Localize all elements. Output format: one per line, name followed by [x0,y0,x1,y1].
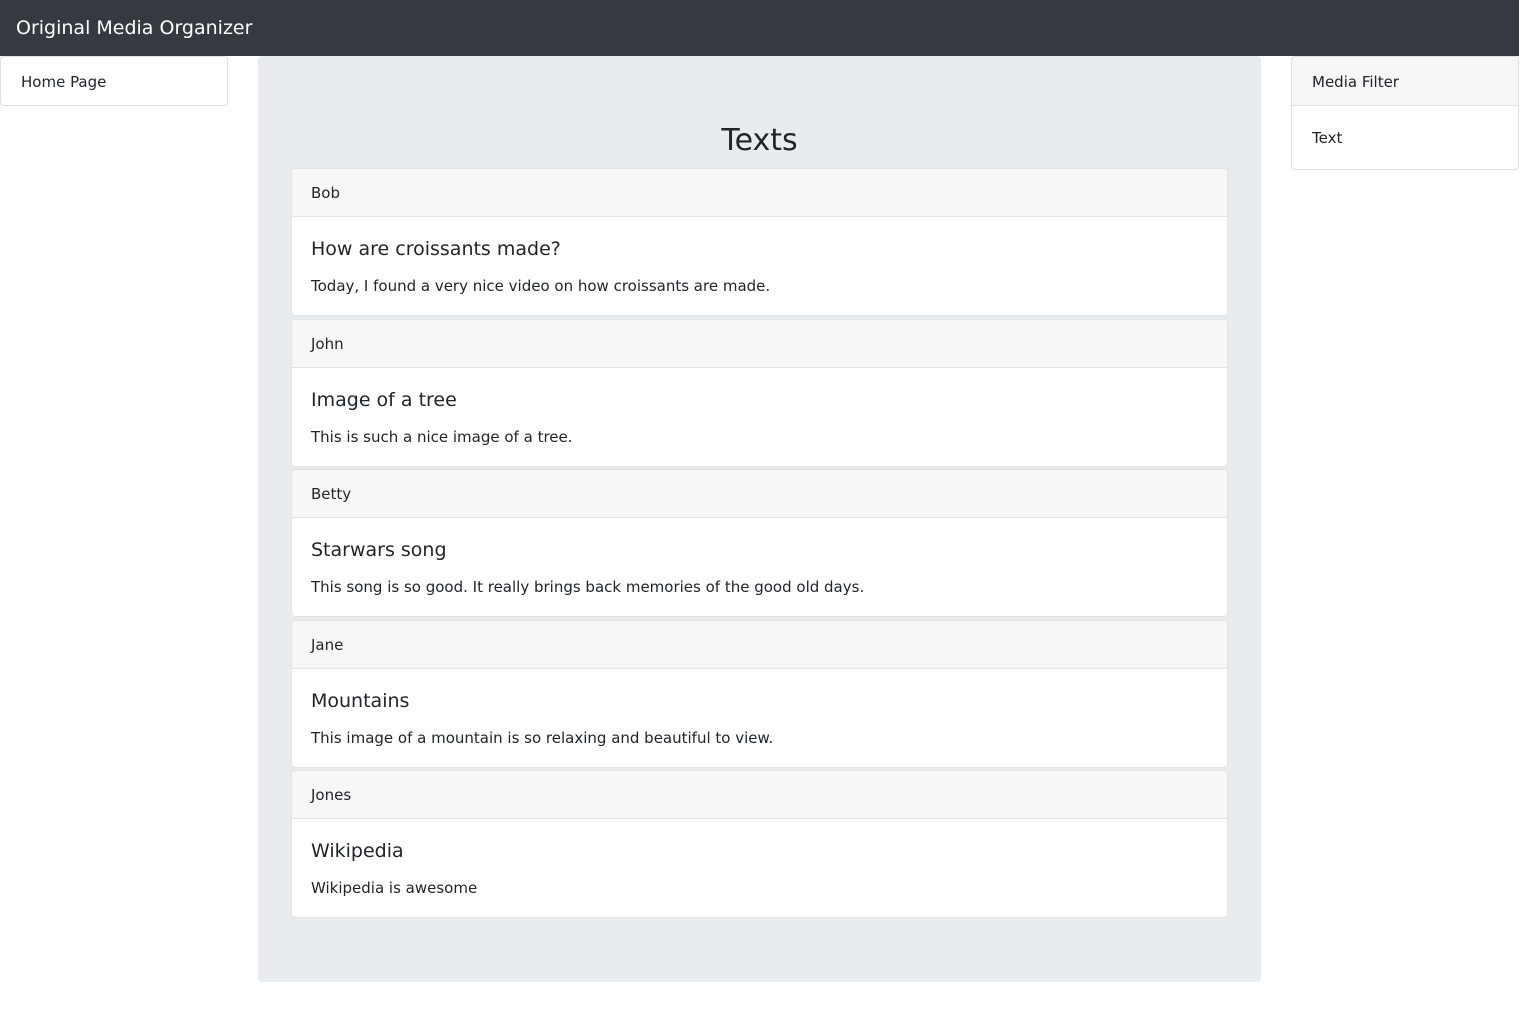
post-title: Mountains [311,689,410,712]
post-title: Wikipedia [311,840,404,862]
post-card-header: John [292,319,1227,368]
post-title: How are croissants made? [311,238,561,260]
navbar-brand[interactable]: Original Media Organizer [16,15,252,41]
post-text: This is such a nice image of a tree. [311,427,573,446]
post-card: Bob How are croissants made? Today, I fo… [291,168,1228,316]
filter-option-text[interactable]: Text [1312,128,1342,148]
post-card: Jane Mountains This image of a mountain … [291,619,1228,768]
post-card-header: Bob [292,169,1227,217]
post-card: Jones Wikipedia Wikipedia is awesome [291,770,1228,918]
post-author: John [311,334,344,353]
post-card-header: Jones [292,771,1227,819]
main-panel: Texts Bob How are croissants made? Today… [258,56,1261,982]
media-filter-title: Media Filter [1312,73,1399,91]
page-title: Texts [721,123,798,158]
post-text: This song is so good. It really brings b… [311,578,865,596]
post-text: Wikipedia is awesome [311,879,478,897]
post-card-header: Betty [292,470,1227,518]
post-title: Starwars song [311,539,447,561]
home-page-link[interactable]: Home Page [21,72,106,92]
post-card-header: Jane [292,620,1227,669]
post-card: John Image of a tree This is such a nice… [291,318,1228,467]
post-text: Today, I found a very nice video on how … [311,277,771,295]
left-sidebar: Home Page [0,56,228,106]
post-text: This image of a mountain is so relaxing … [311,728,774,747]
post-title: Image of a tree [311,388,457,411]
top-navbar: Original Media Organizer [0,0,1519,56]
post-author: Bob [311,184,340,202]
post-list: Bob How are croissants made? Today, I fo… [291,168,1228,921]
post-author: Jane [311,635,344,654]
media-filter-header: Media Filter [1292,57,1518,106]
post-card: Betty Starwars song This song is so good… [291,469,1228,617]
post-author: Betty [311,485,352,503]
media-filter-panel: Media Filter Text [1291,56,1519,170]
post-author: Jones [311,786,352,804]
